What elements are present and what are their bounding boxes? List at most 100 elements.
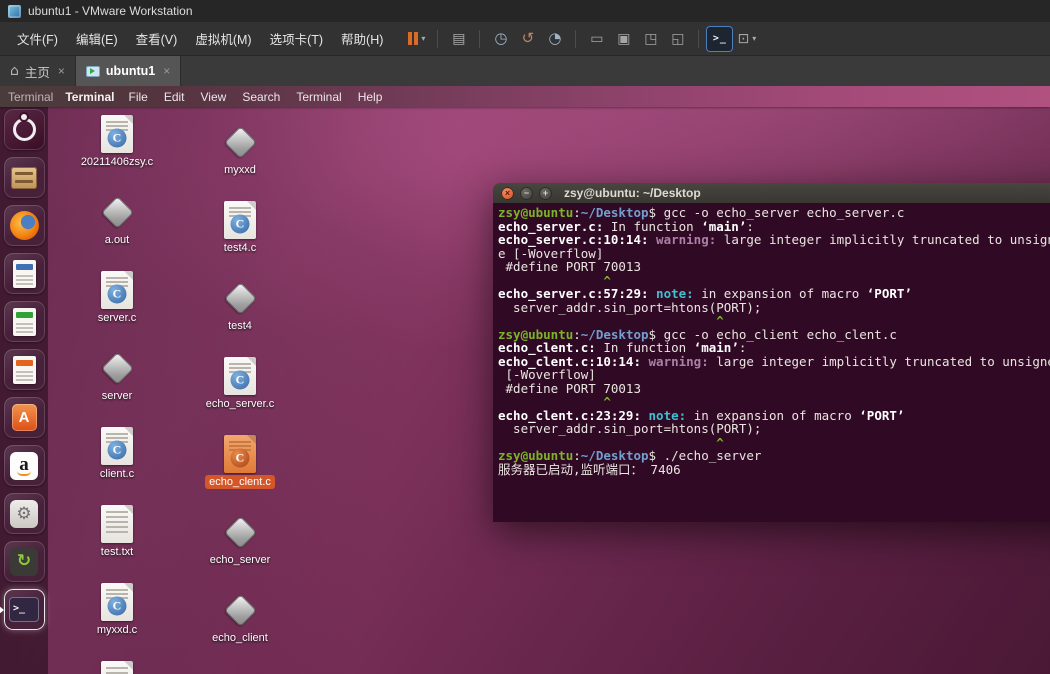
window-titlebar[interactable]: ubuntu1 - VMware Workstation [0,0,1050,22]
tab-主页[interactable]: ⌂ 主页 × [0,56,76,86]
desktop-icon-echo_server[interactable]: echo_server [197,511,283,567]
desktop-icon-20211406zsy.c[interactable]: C 20211406zsy.c [74,113,160,169]
tab-label: ubuntu1 [105,64,156,78]
terminal-line: echo_clent.c:23:29: note: in expansion o… [498,407,905,423]
terminal-line: server_addr.sin_port=htons(PORT); [498,421,762,436]
menu-文件(F)[interactable]: 文件(F) [8,24,67,53]
libreoffice-impress-launcher[interactable] [3,349,45,390]
ubuntu-software-launcher[interactable]: A [3,397,45,438]
desktop-icon-server.c[interactable]: Cserver.c [74,269,160,325]
panel-menu-view[interactable]: View [193,90,235,104]
vmware-logo-icon [8,4,21,18]
files-launcher[interactable] [3,157,45,198]
tab-ubuntu1[interactable]: ubuntu1 × [75,56,182,86]
keyboard-icon: ▤ [452,30,466,47]
tab-close-icon[interactable]: × [58,64,65,78]
snapshot-manager-button[interactable]: ◔ [542,27,567,51]
fullscreen-icon: ◳ [644,30,658,47]
menu-选项卡(T)[interactable]: 选项卡(T) [261,24,332,53]
desktop-icon-file[interactable] [74,659,160,674]
panel-menu-search[interactable]: Search [234,90,288,104]
menu-虚拟机(M)[interactable]: 虚拟机(M) [186,24,260,53]
desktop-icon-echo_clent.c[interactable]: Cecho_clent.c [197,433,283,489]
desktop-icon-label: myxxd.c [96,624,138,636]
firefox-launcher[interactable] [3,205,45,246]
terminal-launcher[interactable]: >_ [0,589,45,630]
close-button[interactable]: × [501,186,514,200]
desktop-icon-label: test4.c [223,242,257,254]
unity-top-panel: Terminal Terminal File Edit View Search Term… [0,86,1050,107]
software-updater-launcher[interactable]: ↻ [3,541,45,582]
desktop-icon-label: echo_server [209,554,271,566]
terminal-title: zsy@ubuntu: ~/Desktop [564,186,701,200]
terminal-line: echo_clent.c:10:14: warning: large integ… [498,353,1050,369]
libreoffice-writer-launcher[interactable] [3,253,45,294]
desktop-icon-echo_server.c[interactable]: Cecho_server.c [197,355,283,411]
fullscreen-button[interactable]: ◳ [638,27,663,51]
terminal-line: ^ [498,272,611,288]
system-settings-launcher[interactable]: ⚙ [3,493,45,534]
terminal-line: echo_server.c:57:29: note: in expansion … [498,286,912,301]
cycle-monitors-button[interactable]: ◱ [665,27,690,51]
console-panel-button[interactable]: >_ [707,26,733,51]
desktop-icon-a.out[interactable]: a.out [74,191,160,247]
desktop-icon-server[interactable]: server [74,347,160,403]
unity-mode-button[interactable]: ▣ [611,27,636,51]
impress-icon [12,355,36,384]
vmware-workstation-window: ubuntu1 - VMware Workstation 文件(F) 编辑(E) 查… [0,0,1050,674]
panel-menu-file[interactable]: File [120,90,155,104]
stretch-view-button[interactable]: ⊡ ▾ [734,27,759,51]
revert-snapshot-button[interactable]: ↺ [515,27,540,51]
firefox-icon [9,211,39,240]
dash-home-button[interactable] [3,109,45,150]
desktop-icon-myxxd.c[interactable]: Cmyxxd.c [74,581,160,637]
send-ctrl-alt-del-button[interactable]: ▤ [446,27,471,51]
maximize-button[interactable]: + [539,186,552,200]
c-source-file-icon: C [101,425,133,467]
desktop-icon-test4.c[interactable]: Ctest4.c [197,199,283,255]
settings-icon: ⚙ [10,499,38,528]
menu-编辑(E)[interactable]: 编辑(E) [67,24,127,53]
vmware-menubar: 文件(F) 编辑(E) 查看(V) 虚拟机(M) 选项卡(T) 帮助(H) [8,24,392,53]
terminal-titlebar[interactable]: × − + zsy@ubuntu: ~/Desktop [493,183,1050,203]
executable-icon [223,277,257,319]
libreoffice-calc-launcher[interactable] [3,301,45,342]
terminal-line: echo_clent.c: In function ‘main’: [498,340,747,355]
panel-menu-terminal[interactable]: Terminal [288,90,349,104]
executable-icon [223,121,257,163]
amazon-launcher[interactable]: a [3,445,45,486]
snapshot-clock-icon: ◷ [494,29,508,47]
desktop-icon-test4[interactable]: test4 [197,277,283,333]
panel-menubar: File Edit View Search Terminal Help [120,90,390,104]
minimize-button[interactable]: − [520,186,533,200]
panel-menu-edit[interactable]: Edit [156,90,193,104]
text-file-icon [101,503,133,545]
desktop-icon-client.c[interactable]: Cclient.c [74,425,160,481]
menu-帮助(H)[interactable]: 帮助(H) [332,24,392,53]
menu-查看(V)[interactable]: 查看(V) [127,24,187,53]
desktop-icon-test.txt[interactable]: test.txt [74,503,160,559]
desktop-icon-label: myxxd [224,164,256,176]
terminal-line: #define PORT 70013 [498,259,641,274]
terminal-content[interactable]: zsy@ubuntu:~/Desktop$ gcc -o echo_server… [493,203,1050,522]
c-source-file-icon: C [101,581,133,623]
calc-icon [12,307,36,336]
dropdown-caret-icon: ▾ [752,34,757,43]
pause-icon [408,32,419,45]
revert-snapshot-icon: ↺ [521,29,535,47]
panel-app-name[interactable]: Terminal [59,90,120,104]
desktop-icon-echo_client[interactable]: echo_client [197,589,283,645]
show-console-view-button[interactable]: ▭ [584,27,609,51]
take-snapshot-button[interactable]: ◷ [488,27,513,51]
c-source-file-icon: C [101,269,133,311]
terminal-line: ^ [498,434,724,450]
c-source-file-icon: C [224,433,256,475]
toolbar-separator [479,29,481,48]
executable-icon [223,511,257,553]
panel-menu-help[interactable]: Help [350,90,391,104]
terminal-console-icon: >_ [712,33,727,44]
desktop-icon-myxxd[interactable]: myxxd [197,121,283,177]
tab-close-icon[interactable]: × [163,64,170,78]
updater-icon: ↻ [10,547,38,576]
suspend-button[interactable]: ▾ [404,27,429,51]
